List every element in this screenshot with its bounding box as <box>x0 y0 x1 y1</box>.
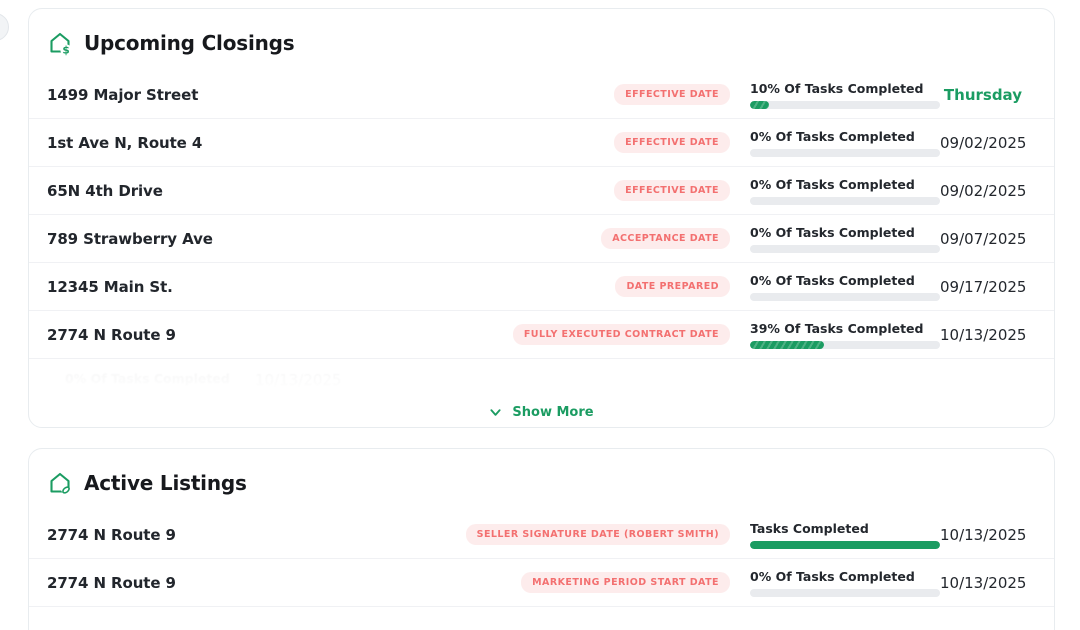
tasks-progress-label: Tasks Completed <box>750 521 940 536</box>
date-type-badge: EFFECTIVE DATE <box>614 180 730 201</box>
date-type-badge: ACCEPTANCE DATE <box>601 228 730 249</box>
tasks-progress: Tasks Completed <box>750 521 940 549</box>
progress-track <box>750 197 940 205</box>
tasks-progress: 0% Of Tasks Completed <box>750 569 940 597</box>
table-row[interactable]: 2774 N Route 9 SELLER SIGNATURE DATE (RO… <box>29 511 1054 559</box>
tasks-progress-label: 0% Of Tasks Completed <box>750 129 940 144</box>
left-edge-widget[interactable] <box>0 13 9 41</box>
date-type-badge: FULLY EXECUTED CONTRACT DATE <box>513 324 730 345</box>
chevron-down-icon <box>489 406 502 419</box>
tasks-progress: 0% Of Tasks Completed <box>750 177 940 205</box>
progress-track <box>750 101 940 109</box>
table-row[interactable]: 1st Ave N, Route 4 EFFECTIVE DATE 0% Of … <box>29 119 1054 167</box>
progress-track <box>750 589 940 597</box>
tasks-progress-label: 0% Of Tasks Completed <box>750 225 940 240</box>
property-address: 789 Strawberry Ave <box>47 230 601 248</box>
tasks-progress-label: 10% Of Tasks Completed <box>750 81 940 96</box>
progress-track <box>750 341 940 349</box>
active-listings-card: Active Listings 2774 N Route 9 SELLER SI… <box>28 448 1055 630</box>
date-type-badge: MARKETING PERIOD START DATE <box>521 572 730 593</box>
closing-date: 09/02/2025 <box>940 182 1022 200</box>
progress-fill <box>750 541 940 549</box>
show-more-label: Show More <box>512 405 593 420</box>
date-type-badge: DATE PREPARED <box>615 276 730 297</box>
svg-text:$: $ <box>62 44 69 56</box>
closing-date: 10/13/2025 <box>940 526 1022 544</box>
tasks-progress: 0% Of Tasks Completed <box>750 225 940 253</box>
tasks-progress: 10% Of Tasks Completed <box>750 81 940 109</box>
table-row[interactable]: 789 Strawberry Ave ACCEPTANCE DATE 0% Of… <box>29 215 1054 263</box>
property-address: 1st Ave N, Route 4 <box>47 134 614 152</box>
date-type-badge: SELLER SIGNATURE DATE (ROBERT SMITH) <box>466 524 730 545</box>
page-title: Upcoming Closings <box>84 31 294 55</box>
table-row[interactable]: 12345 Main St. DATE PREPARED 0% Of Tasks… <box>29 263 1054 311</box>
progress-fill <box>750 101 769 109</box>
closing-date: 10/13/2025 <box>940 326 1022 344</box>
closing-date: 09/07/2025 <box>940 230 1022 248</box>
property-address: 2774 N Route 9 <box>47 574 521 592</box>
table-row[interactable]: 65N 4th Drive EFFECTIVE DATE 0% Of Tasks… <box>29 167 1054 215</box>
property-address: 12345 Main St. <box>47 278 615 296</box>
property-address: 2774 N Route 9 <box>47 326 513 344</box>
progress-fill <box>750 341 824 349</box>
closing-date: 09/02/2025 <box>940 134 1022 152</box>
property-address: 1499 Major Street <box>47 86 614 104</box>
table-row[interactable]: 2774 N Route 9 MARKETING PERIOD START DA… <box>29 559 1054 607</box>
progress-track <box>750 245 940 253</box>
fade-overlay <box>29 359 1054 395</box>
tasks-progress: 0% Of Tasks Completed <box>750 273 940 301</box>
table-row[interactable]: 1499 Major Street EFFECTIVE DATE 10% Of … <box>29 71 1054 119</box>
show-more-button[interactable]: Show More <box>29 395 1054 428</box>
closing-date: 09/17/2025 <box>940 278 1022 296</box>
page-title: Active Listings <box>84 471 247 495</box>
tasks-progress-label: 0% Of Tasks Completed <box>750 569 940 584</box>
tasks-progress-label: 0% Of Tasks Completed <box>750 177 940 192</box>
date-type-badge: EFFECTIVE DATE <box>614 132 730 153</box>
closing-date: 10/13/2025 <box>940 574 1022 592</box>
tasks-progress: 39% Of Tasks Completed <box>750 321 940 349</box>
progress-track <box>750 293 940 301</box>
date-type-badge: EFFECTIVE DATE <box>614 84 730 105</box>
property-address: 2774 N Route 9 <box>47 526 466 544</box>
card-header: $ Upcoming Closings <box>29 9 1054 71</box>
tasks-progress-label: 0% Of Tasks Completed <box>750 273 940 288</box>
table-row[interactable]: 2774 N Route 9 FULLY EXECUTED CONTRACT D… <box>29 311 1054 359</box>
house-edit-icon <box>47 470 73 496</box>
faded-table-row: 0% Of Tasks Completed 10/13/2025 <box>29 359 1054 395</box>
house-dollar-icon: $ <box>47 30 73 56</box>
tasks-progress: 0% Of Tasks Completed <box>750 129 940 157</box>
card-header: Active Listings <box>29 449 1054 511</box>
progress-track <box>750 149 940 157</box>
dashboard: $ Upcoming Closings 1499 Major Street EF… <box>0 0 1080 630</box>
property-address: 65N 4th Drive <box>47 182 614 200</box>
tasks-progress-label: 39% Of Tasks Completed <box>750 321 940 336</box>
closing-date: Thursday <box>940 86 1022 104</box>
progress-track <box>750 541 940 549</box>
upcoming-closings-card: $ Upcoming Closings 1499 Major Street EF… <box>28 8 1055 428</box>
